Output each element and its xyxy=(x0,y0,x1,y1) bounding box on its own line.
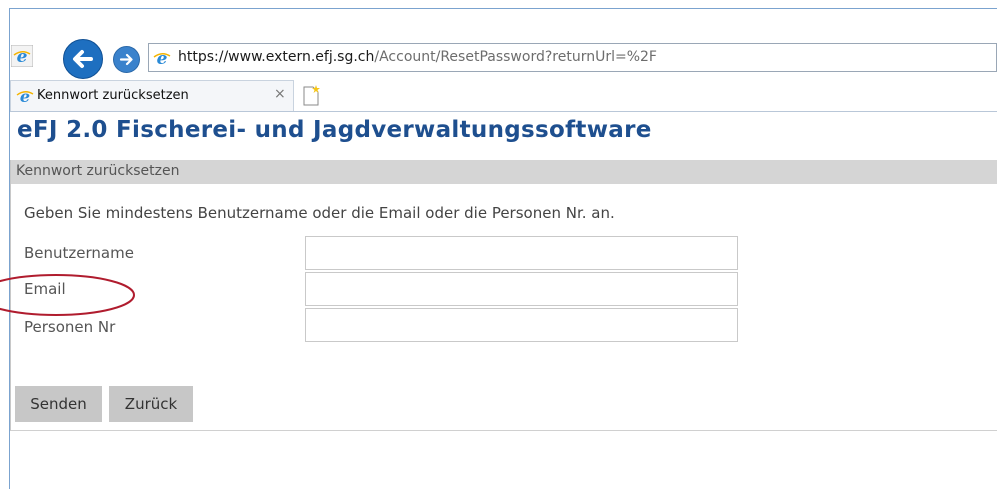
person-number-label: Personen Nr xyxy=(24,318,116,336)
new-tab-icon[interactable] xyxy=(299,84,323,107)
panel-title: Kennwort zurücksetzen xyxy=(16,163,180,179)
svg-text:e: e xyxy=(157,49,168,68)
send-button[interactable]: Senden xyxy=(15,386,102,422)
browser-address-bar: e e https://www.extern.efj.sg.ch/Account… xyxy=(10,38,997,80)
ie-tab-icon: e xyxy=(16,87,34,105)
window-frame-top xyxy=(9,8,997,9)
back-button[interactable] xyxy=(63,39,103,79)
url-field[interactable]: e https://www.extern.efj.sg.ch/Account/R… xyxy=(148,43,997,72)
reset-password-panel: Kennwort zurücksetzen Geben Sie mindeste… xyxy=(10,160,997,431)
url-host: https://www.extern.efj.sg.ch xyxy=(178,49,375,65)
panel-header: Kennwort zurücksetzen xyxy=(11,160,997,184)
email-label: Email xyxy=(24,280,66,298)
forward-button[interactable] xyxy=(113,46,140,73)
username-label: Benutzername xyxy=(24,244,134,262)
tab-title: Kennwort zurücksetzen xyxy=(37,88,189,103)
browser-tab-active[interactable]: e Kennwort zurücksetzen × xyxy=(10,80,294,111)
username-input[interactable] xyxy=(305,236,738,270)
tab-close-icon[interactable]: × xyxy=(274,86,286,102)
person-number-input[interactable] xyxy=(305,308,738,342)
url-text: https://www.extern.efj.sg.ch/Account/Res… xyxy=(178,49,657,65)
ie-page-icon: e xyxy=(153,49,171,68)
arrow-left-icon xyxy=(73,50,93,68)
url-path: /Account/ResetPassword?returnUrl=%2F xyxy=(374,49,657,65)
ie-logo-icon: e xyxy=(11,45,33,67)
browser-tab-bar: e Kennwort zurücksetzen × xyxy=(10,80,997,112)
svg-text:e: e xyxy=(20,87,30,105)
arrow-right-icon xyxy=(119,53,133,66)
app-title: eFJ 2.0 Fischerei- und Jagdverwaltungsso… xyxy=(17,117,652,143)
instruction-text: Geben Sie mindestens Benutzername oder d… xyxy=(24,204,615,222)
email-input[interactable] xyxy=(305,272,738,306)
back-link-button[interactable]: Zurück xyxy=(109,386,193,422)
svg-text:e: e xyxy=(17,47,28,67)
